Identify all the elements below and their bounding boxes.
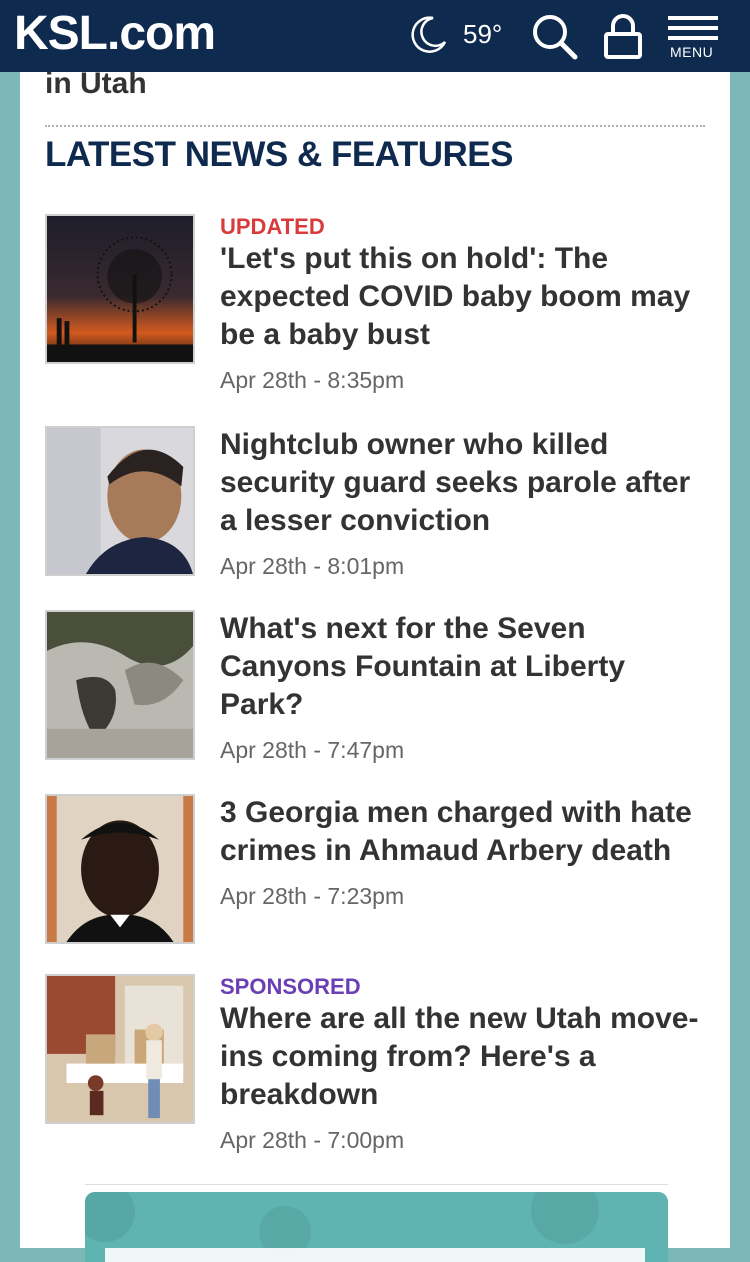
article-headline[interactable]: Nightclub owner who killed security guar… [220,426,710,540]
ad-banner-art [85,1192,668,1262]
content-panel: in Utah LATEST NEWS & FEATURES UPDATED '… [20,67,730,1262]
section-title: LATEST NEWS & FEATURES [45,135,513,174]
menu-label[interactable]: MENU [670,44,713,60]
article-date: Apr 28th - 8:35pm [220,367,405,393]
updated-tag: UPDATED [220,214,325,239]
divider [85,1184,668,1185]
article-date: Apr 28th - 8:01pm [220,553,405,579]
article-thumbnail[interactable] [45,610,195,760]
top-header: KSL.com 59° MENU [0,0,750,72]
article-date: Apr 28th - 7:47pm [220,737,405,763]
ksl-logo[interactable]: KSL.com [14,6,216,62]
article-thumbnail[interactable] [45,426,195,576]
article-thumbnail[interactable] [45,974,195,1124]
article-date: Apr 28th - 7:00pm [220,1127,405,1153]
article-thumbnail[interactable] [45,214,195,364]
menu-icon [668,16,718,40]
divider [45,125,705,127]
article-headline[interactable]: 'Let's put this on hold': The expected C… [220,240,710,354]
article-headline[interactable]: 3 Georgia men charged with hate crimes i… [220,794,710,870]
sponsored-tag: SPONSORED [220,974,361,999]
article-thumbnail[interactable] [45,794,195,944]
user-icon[interactable] [603,12,643,60]
article-date: Apr 28th - 7:23pm [220,883,405,909]
temperature[interactable]: 59° [463,18,502,50]
ad-banner[interactable] [85,1192,668,1262]
moon-icon [411,16,447,53]
article-headline[interactable]: What's next for the Seven Canyons Founta… [220,610,710,724]
article-headline[interactable]: Where are all the new Utah move-ins comi… [220,1000,710,1114]
search-icon[interactable] [530,12,578,60]
